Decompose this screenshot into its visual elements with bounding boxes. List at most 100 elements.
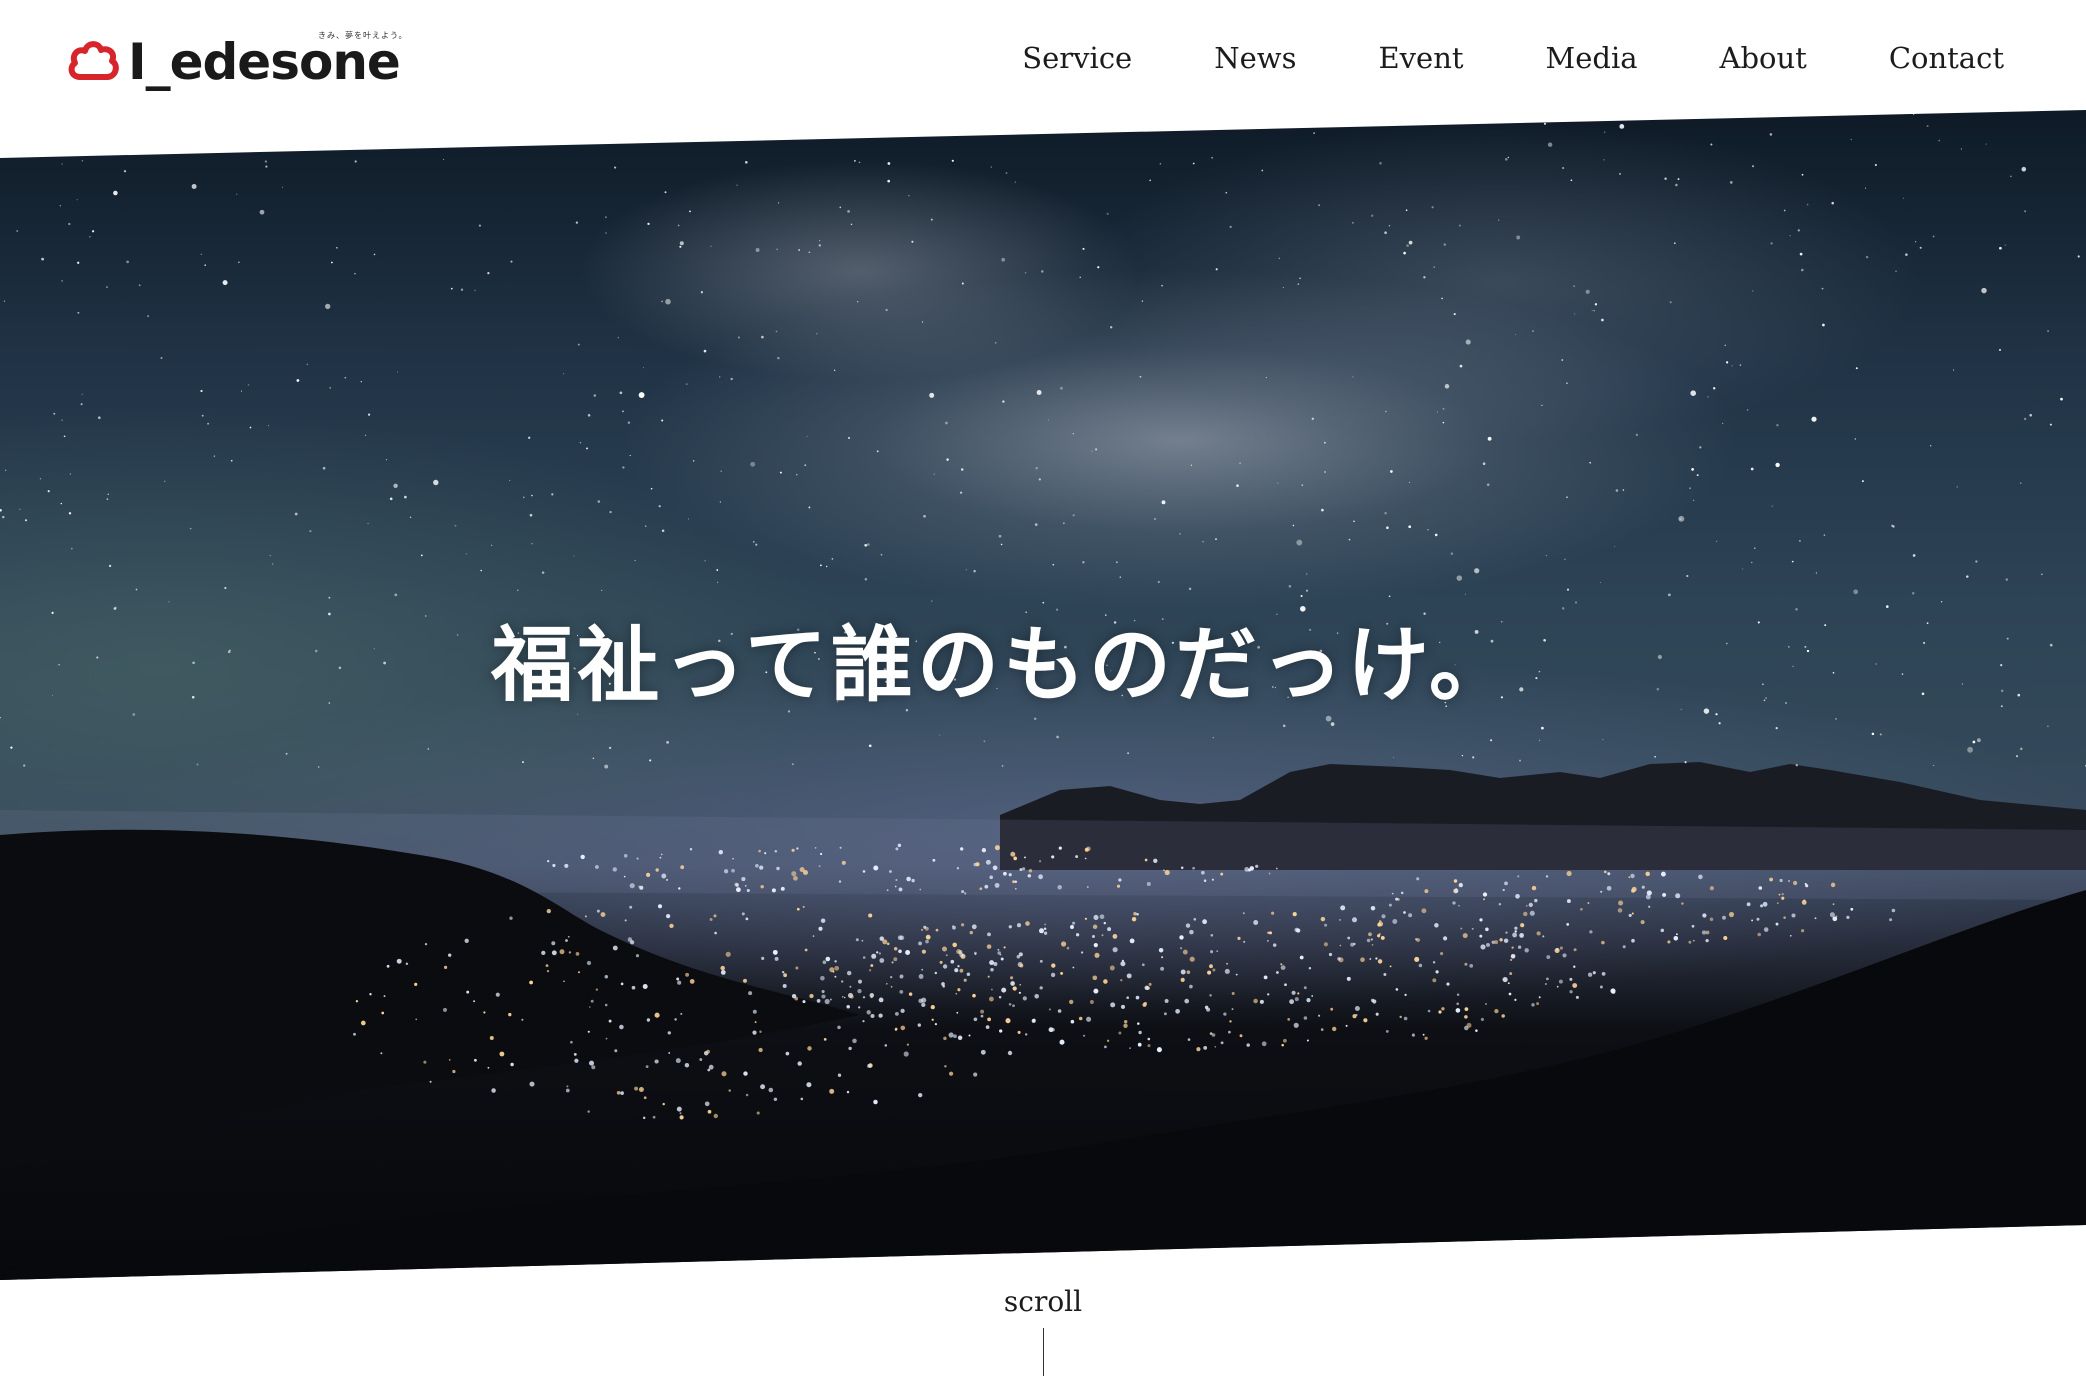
star bbox=[522, 761, 524, 764]
city-light bbox=[1048, 1008, 1051, 1011]
star bbox=[325, 303, 331, 310]
city-light bbox=[1214, 1045, 1217, 1048]
city-light bbox=[866, 1063, 872, 1069]
nav-item-media[interactable]: Media bbox=[1546, 38, 1638, 78]
city-light bbox=[1203, 879, 1207, 882]
city-light bbox=[1126, 996, 1130, 1000]
city-light bbox=[1280, 963, 1283, 966]
star bbox=[1752, 290, 1754, 292]
star bbox=[1225, 191, 1228, 194]
city-light bbox=[1271, 911, 1275, 915]
city-light bbox=[635, 954, 640, 958]
star bbox=[1406, 244, 1409, 247]
star bbox=[1850, 138, 1853, 141]
city-light bbox=[843, 996, 846, 999]
nav-item-event[interactable]: Event bbox=[1378, 38, 1463, 78]
city-light bbox=[1660, 871, 1666, 877]
city-light bbox=[676, 977, 680, 981]
city-light bbox=[429, 1080, 432, 1083]
city-light bbox=[675, 1058, 681, 1064]
city-light bbox=[1084, 917, 1088, 920]
star bbox=[1538, 739, 1541, 742]
city-light bbox=[1370, 938, 1373, 941]
star bbox=[1799, 540, 1801, 542]
star bbox=[1313, 132, 1315, 134]
city-light bbox=[870, 1013, 875, 1019]
city-light bbox=[1010, 851, 1016, 857]
star bbox=[373, 253, 376, 256]
star bbox=[60, 502, 63, 505]
city-light bbox=[894, 885, 897, 888]
city-light bbox=[846, 970, 852, 976]
city-light bbox=[596, 909, 600, 913]
logo-link[interactable]: I_edesone きみ、夢を叶えよう。 bbox=[66, 30, 426, 90]
star bbox=[433, 479, 439, 486]
city-light bbox=[629, 883, 635, 889]
star bbox=[294, 512, 298, 516]
city-light bbox=[985, 1025, 990, 1029]
city-light bbox=[1491, 940, 1495, 944]
city-light bbox=[1505, 931, 1508, 934]
city-light bbox=[1366, 938, 1371, 943]
city-light bbox=[1039, 860, 1042, 863]
city-light bbox=[1502, 977, 1508, 983]
city-light bbox=[746, 888, 750, 893]
city-light bbox=[1112, 934, 1118, 939]
star bbox=[2004, 244, 2006, 246]
scroll-indicator[interactable]: scroll bbox=[993, 1282, 1093, 1376]
star bbox=[454, 524, 457, 527]
city-light bbox=[741, 912, 745, 916]
city-light bbox=[1453, 879, 1458, 883]
city-light bbox=[1099, 914, 1105, 920]
city-light bbox=[945, 954, 948, 957]
city-light bbox=[1705, 938, 1709, 943]
star bbox=[876, 450, 879, 453]
city-light bbox=[968, 1034, 971, 1037]
city-light bbox=[588, 1006, 591, 1008]
city-light bbox=[1001, 987, 1007, 993]
nav-item-contact[interactable]: Contact bbox=[1889, 38, 2004, 78]
star bbox=[2, 515, 5, 519]
star bbox=[834, 369, 836, 371]
city-light bbox=[1501, 1014, 1505, 1018]
city-light bbox=[1383, 973, 1387, 976]
city-light bbox=[1196, 1047, 1201, 1052]
star bbox=[89, 236, 91, 238]
city-light bbox=[452, 1069, 456, 1074]
city-light bbox=[1148, 982, 1152, 986]
star bbox=[196, 763, 199, 766]
city-light bbox=[1146, 881, 1151, 887]
star bbox=[336, 247, 338, 249]
star bbox=[213, 455, 216, 457]
star bbox=[1161, 284, 1163, 287]
city-light bbox=[679, 1112, 682, 1115]
star bbox=[123, 170, 127, 173]
city-light bbox=[1013, 856, 1018, 861]
city-light bbox=[954, 968, 959, 973]
city-light bbox=[858, 979, 862, 984]
star bbox=[1722, 422, 1724, 425]
star bbox=[1668, 593, 1671, 597]
star bbox=[887, 162, 891, 165]
nav-item-news[interactable]: News bbox=[1214, 38, 1296, 78]
nav-item-service[interactable]: Service bbox=[1022, 38, 1132, 78]
star bbox=[1739, 364, 1742, 366]
city-light bbox=[1446, 982, 1450, 986]
city-light bbox=[464, 938, 469, 943]
city-light bbox=[745, 1093, 749, 1097]
city-light bbox=[987, 1017, 991, 1022]
star bbox=[1675, 183, 1678, 187]
city-light bbox=[1538, 996, 1541, 999]
city-light bbox=[1000, 957, 1004, 961]
city-light bbox=[873, 865, 879, 871]
star bbox=[465, 553, 467, 555]
city-light bbox=[1318, 1014, 1321, 1017]
city-light bbox=[1709, 917, 1714, 921]
city-light bbox=[1209, 964, 1213, 969]
city-light bbox=[900, 1025, 906, 1031]
city-light bbox=[1289, 999, 1295, 1005]
star bbox=[329, 387, 331, 389]
star bbox=[604, 764, 609, 769]
star bbox=[880, 553, 883, 556]
nav-item-about[interactable]: About bbox=[1720, 38, 1807, 78]
